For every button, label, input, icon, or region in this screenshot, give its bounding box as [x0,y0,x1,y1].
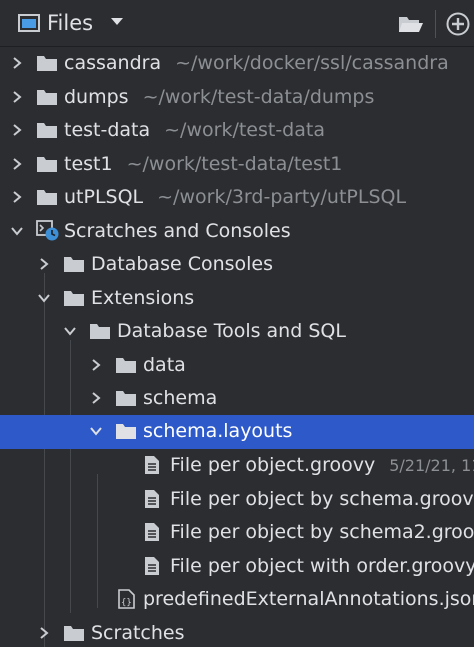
groovy-file-icon [145,523,159,541]
folder-path: ~/work/3rd-party/utPLSQL [157,186,407,208]
tree-row-database-tools-and-sql[interactable]: Database Tools and SQL [0,315,474,348]
folder-icon [116,424,136,439]
chevron-right-icon[interactable] [37,257,51,271]
folder-icon[interactable] [398,13,424,35]
folder-icon [37,190,57,205]
groovy-file-icon [145,557,159,575]
folder-icon [64,626,84,641]
tree-row-database-consoles[interactable]: Database Consoles [0,248,474,281]
folder-name: Database Tools and SQL [117,320,346,342]
file-tree: cassandra ~/work/docker/ssl/cassandra dum… [0,47,474,647]
tree-row-extensions[interactable]: Extensions [0,282,474,315]
file-name: File per object.groovy [170,454,376,476]
file-modified: 5/21/21, 11: [389,456,474,475]
window-icon[interactable] [18,14,40,32]
chevron-right-icon[interactable] [37,626,51,640]
folder-name: schema.layouts [143,420,293,442]
folder-icon [37,90,57,105]
files-panel-header: Files [0,0,474,47]
file-name: File per object by schema2.groovy [170,521,474,543]
chevron-right-icon[interactable] [10,190,24,204]
folder-name: schema [143,387,218,409]
folder-icon [90,324,110,339]
folder-name: Scratches [91,622,185,644]
file-name: predefinedExternalAnnotations.json [143,588,474,610]
tree-row-test-data[interactable]: test-data ~/work/test-data [0,114,474,147]
folder-icon [37,157,57,172]
tree-row-cassandra[interactable]: cassandra ~/work/docker/ssl/cassandra [0,47,474,80]
chevron-right-icon[interactable] [10,90,24,104]
folder-path: ~/work/test-data/test1 [126,153,343,175]
tree-row-file[interactable]: File per object by schema.groovy [0,483,474,516]
folder-name: test1 [64,153,113,175]
file-name: File per object by schema.groovy [170,488,474,510]
folder-icon [64,257,84,272]
folder-name: dumps [64,86,129,108]
tree-row-schema-layouts[interactable]: schema.layouts [0,415,474,449]
folder-name: Extensions [91,287,195,309]
tree-row-file[interactable]: File per object.groovy 5/21/21, 11: [0,449,474,482]
chevron-right-icon[interactable] [10,56,24,70]
folder-path: ~/work/test-data [164,119,325,141]
scratches-consoles-icon [36,220,59,241]
folder-icon [116,358,136,373]
folder-name: Database Consoles [91,253,274,275]
chevron-right-icon[interactable] [89,358,103,372]
groovy-file-icon [145,490,159,508]
tree-row-test1[interactable]: test1 ~/work/test-data/test1 [0,148,474,181]
chevron-down-icon[interactable] [89,424,103,438]
chevron-right-icon[interactable] [10,157,24,171]
plus-icon[interactable] [446,12,470,36]
chevron-down-icon[interactable] [63,324,77,338]
tree-row-scratches[interactable]: Scratches [0,617,474,647]
chevron-down-icon[interactable] [37,291,51,305]
folder-icon [64,291,84,306]
folder-icon [37,123,57,138]
panel-title[interactable]: Files [47,10,93,36]
chevron-right-icon[interactable] [10,123,24,137]
groovy-file-icon [145,456,159,474]
header-divider [435,10,436,38]
tree-row-data[interactable]: data [0,349,474,382]
tree-row-json-file[interactable]: {} predefinedExternalAnnotations.json [0,583,474,616]
folder-name: cassandra [64,52,162,74]
chevron-right-icon[interactable] [89,391,103,405]
json-file-icon: {} [118,589,135,609]
folder-name: data [143,354,186,376]
folder-path: ~/work/test-data/dumps [142,86,375,108]
svg-text:{}: {} [121,598,132,608]
tree-row-dumps[interactable]: dumps ~/work/test-data/dumps [0,81,474,114]
folder-name: test-data [64,119,151,141]
folder-name: Scratches and Consoles [64,220,291,242]
tree-row-file[interactable]: File per object with order.groovy [0,550,474,583]
chevron-down-icon[interactable] [110,17,124,27]
folder-path: ~/work/docker/ssl/cassandra [175,52,449,74]
tree-row-scratches-and-consoles[interactable]: Scratches and Consoles [0,215,474,248]
folder-name: utPLSQL [64,186,144,208]
folder-icon [116,391,136,406]
tree-row-utplsql[interactable]: utPLSQL ~/work/3rd-party/utPLSQL [0,181,474,214]
folder-icon [37,56,57,71]
chevron-down-icon[interactable] [10,224,24,238]
file-name: File per object with order.groovy [170,555,474,577]
tree-row-schema[interactable]: schema [0,382,474,415]
tree-row-file[interactable]: File per object by schema2.groovy [0,516,474,549]
